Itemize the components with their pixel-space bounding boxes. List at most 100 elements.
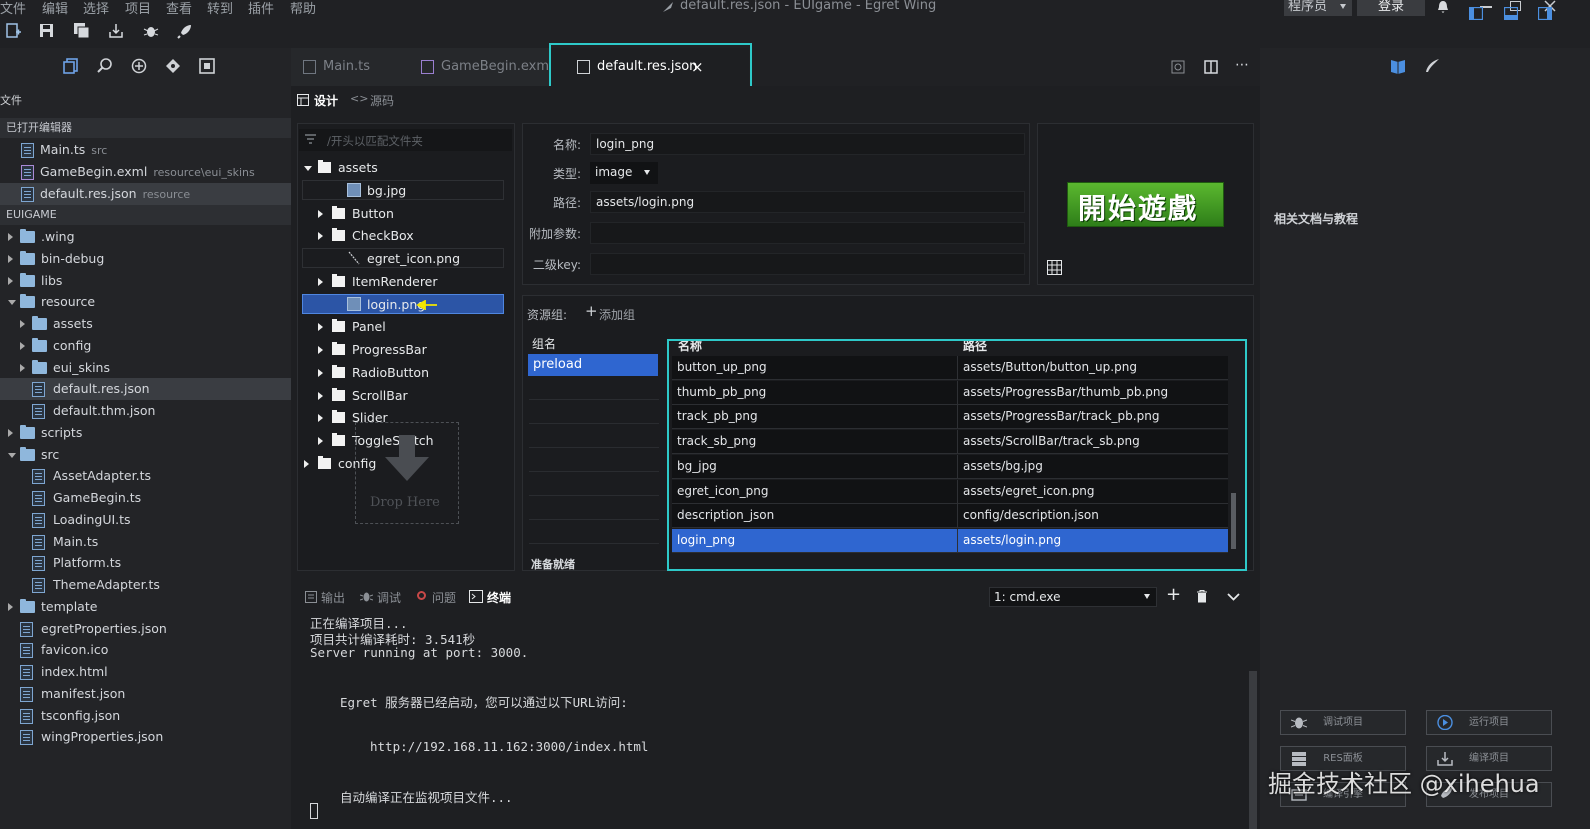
menu-plugins[interactable]: 插件: [248, 0, 274, 16]
docs-book-icon[interactable]: [1390, 58, 1406, 74]
tree-item-manifest-json[interactable]: manifest.json: [0, 683, 291, 705]
extra-params-field[interactable]: [590, 222, 1025, 244]
layout-right-icon[interactable]: [1538, 7, 1552, 20]
chevron-down-icon[interactable]: [304, 166, 312, 171]
tab-terminal[interactable]: 终端: [487, 589, 511, 606]
chevron-right-icon[interactable]: [304, 459, 309, 468]
save-all-icon[interactable]: [74, 23, 92, 41]
source-tab[interactable]: 源码: [370, 92, 394, 109]
chevron-right-icon[interactable]: [318, 277, 323, 286]
res-tree-item-radiobutton[interactable]: RadioButton: [298, 362, 514, 384]
debug-icon[interactable]: [131, 58, 147, 74]
chevron-right-icon[interactable]: [20, 363, 25, 372]
tree-item-src[interactable]: src: [0, 444, 291, 466]
search-icon[interactable]: [97, 58, 113, 74]
open-editor-default-res-json[interactable]: default.res.json resource: [0, 183, 291, 205]
chevron-right-icon[interactable]: [318, 391, 323, 400]
tree-item-resource[interactable]: resource: [0, 291, 291, 313]
tree-item-favicon-ico[interactable]: favicon.ico: [0, 639, 291, 661]
tree-item-template[interactable]: template: [0, 596, 291, 618]
open-editor-gamebegin-exml[interactable]: GameBegin.exml resource\eui_skins: [0, 161, 291, 183]
res-tree-item-bg-jpg[interactable]: bg.jpg: [302, 179, 504, 200]
chevron-right-icon[interactable]: [8, 276, 13, 285]
res-tree-item-checkbox[interactable]: CheckBox: [298, 225, 514, 247]
chevron-right-icon[interactable]: [318, 209, 323, 218]
tab-debug[interactable]: 调试: [377, 589, 401, 606]
menu-file[interactable]: 文件: [0, 0, 26, 16]
subkey-field[interactable]: [590, 253, 1025, 275]
debug-bug-icon[interactable]: [143, 23, 161, 41]
tree-item-bin-debug[interactable]: bin-debug: [0, 248, 291, 270]
filter-input[interactable]: /开头以匹配文件夹: [299, 129, 512, 151]
chevron-right-icon[interactable]: [8, 254, 13, 263]
tree-item-default-thm-json[interactable]: default.thm.json: [0, 400, 291, 422]
publish-icon[interactable]: [108, 23, 126, 41]
type-select[interactable]: image: [590, 162, 658, 184]
tree-item-main-ts[interactable]: Main.ts: [0, 531, 291, 553]
rocket-run-icon[interactable]: [177, 23, 195, 41]
design-tab[interactable]: 设计: [314, 92, 338, 109]
open-editors-header[interactable]: 已打开编辑器: [0, 118, 291, 138]
tree-item-tsconfig-json[interactable]: tsconfig.json: [0, 705, 291, 727]
tab-output[interactable]: 输出: [321, 589, 345, 606]
bell-icon[interactable]: [1436, 0, 1450, 14]
tree-item-libs[interactable]: libs: [0, 270, 291, 292]
res-tree-item-egret-icon-png[interactable]: egret_icon.png: [302, 248, 504, 268]
new-terminal-icon[interactable]: +: [1166, 584, 1181, 605]
tab-gamebegin-exml[interactable]: GameBegin.exml: [409, 48, 553, 86]
layout-left-icon[interactable]: [1469, 7, 1483, 20]
res-tree-item-progressbar[interactable]: ProgressBar: [298, 339, 514, 361]
menu-help[interactable]: 帮助: [290, 0, 316, 16]
chevron-right-icon[interactable]: [318, 437, 323, 445]
open-preview-icon[interactable]: [1171, 60, 1185, 74]
chevron-down-icon[interactable]: [8, 300, 16, 306]
tree-item-eui-skins[interactable]: eui_skins: [0, 357, 291, 379]
tree-item-index-html[interactable]: index.html: [0, 661, 291, 683]
chevron-down-icon[interactable]: [8, 452, 16, 458]
tree-item-egretproperties-json[interactable]: egretProperties.json: [0, 618, 291, 640]
res-tree-item-scrollbar[interactable]: ScrollBar: [298, 385, 514, 407]
add-icon[interactable]: +: [585, 304, 598, 319]
split-editor-icon[interactable]: [1204, 60, 1218, 74]
save-icon[interactable]: [39, 23, 57, 41]
res-tree-item-login-png[interactable]: login.png: [302, 293, 504, 314]
feather-icon[interactable]: [1424, 58, 1440, 74]
tab-problems[interactable]: 问题: [432, 589, 456, 606]
terminal-scrollbar[interactable]: [1249, 671, 1257, 829]
name-field[interactable]: login_png: [590, 133, 1025, 155]
menu-view[interactable]: 查看: [166, 0, 192, 16]
tree-item-assetadapter-ts[interactable]: AssetAdapter.ts: [0, 465, 291, 487]
tree-item-gamebegin-ts[interactable]: GameBegin.ts: [0, 487, 291, 509]
tree-item-default-res-json[interactable]: default.res.json: [0, 378, 291, 401]
layout-bottom-icon[interactable]: [1504, 7, 1518, 20]
chevron-right-icon[interactable]: [20, 341, 25, 350]
role-dropdown[interactable]: 程序员: [1284, 0, 1352, 16]
terminal-output[interactable]: 正在编译项目... 项目共计编译耗时: 3.541秒 Server runnin…: [291, 611, 1260, 829]
res-tree-item-panel[interactable]: Panel: [298, 316, 514, 338]
add-group-button[interactable]: 添加组: [599, 306, 635, 323]
drop-zone[interactable]: Drop Here: [355, 422, 459, 524]
more-actions-icon[interactable]: ⋯: [1235, 57, 1249, 73]
menu-project[interactable]: 项目: [125, 0, 151, 16]
chevron-right-icon[interactable]: [8, 428, 13, 437]
tree-item-loadingui-ts[interactable]: LoadingUI.ts: [0, 509, 291, 531]
chevron-right-icon[interactable]: [318, 346, 323, 354]
git-icon[interactable]: [165, 58, 181, 74]
group-preload[interactable]: preload: [528, 354, 658, 376]
res-tree-item-itemrenderer[interactable]: ItemRenderer: [298, 271, 514, 293]
menu-select[interactable]: 选择: [83, 0, 109, 16]
tree-item-platform-ts[interactable]: Platform.ts: [0, 552, 291, 574]
chevron-right-icon[interactable]: [318, 368, 323, 377]
chevron-right-icon[interactable]: [8, 602, 13, 611]
explorer-icon[interactable]: [63, 58, 79, 74]
tree-item-assets[interactable]: assets: [0, 313, 291, 335]
chevron-right-icon[interactable]: [318, 323, 323, 332]
tree-item-themeadapter-ts[interactable]: ThemeAdapter.ts: [0, 574, 291, 596]
open-editor-main-ts[interactable]: Main.ts src: [0, 139, 291, 161]
tree-item-wing[interactable]: .wing: [0, 226, 291, 248]
tree-item-scripts[interactable]: scripts: [0, 422, 291, 444]
project-header[interactable]: EUIGAME: [0, 205, 291, 225]
res-tree-item-assets[interactable]: assets: [298, 157, 514, 179]
chevron-right-icon[interactable]: [8, 233, 13, 241]
trash-icon[interactable]: [1196, 590, 1208, 603]
